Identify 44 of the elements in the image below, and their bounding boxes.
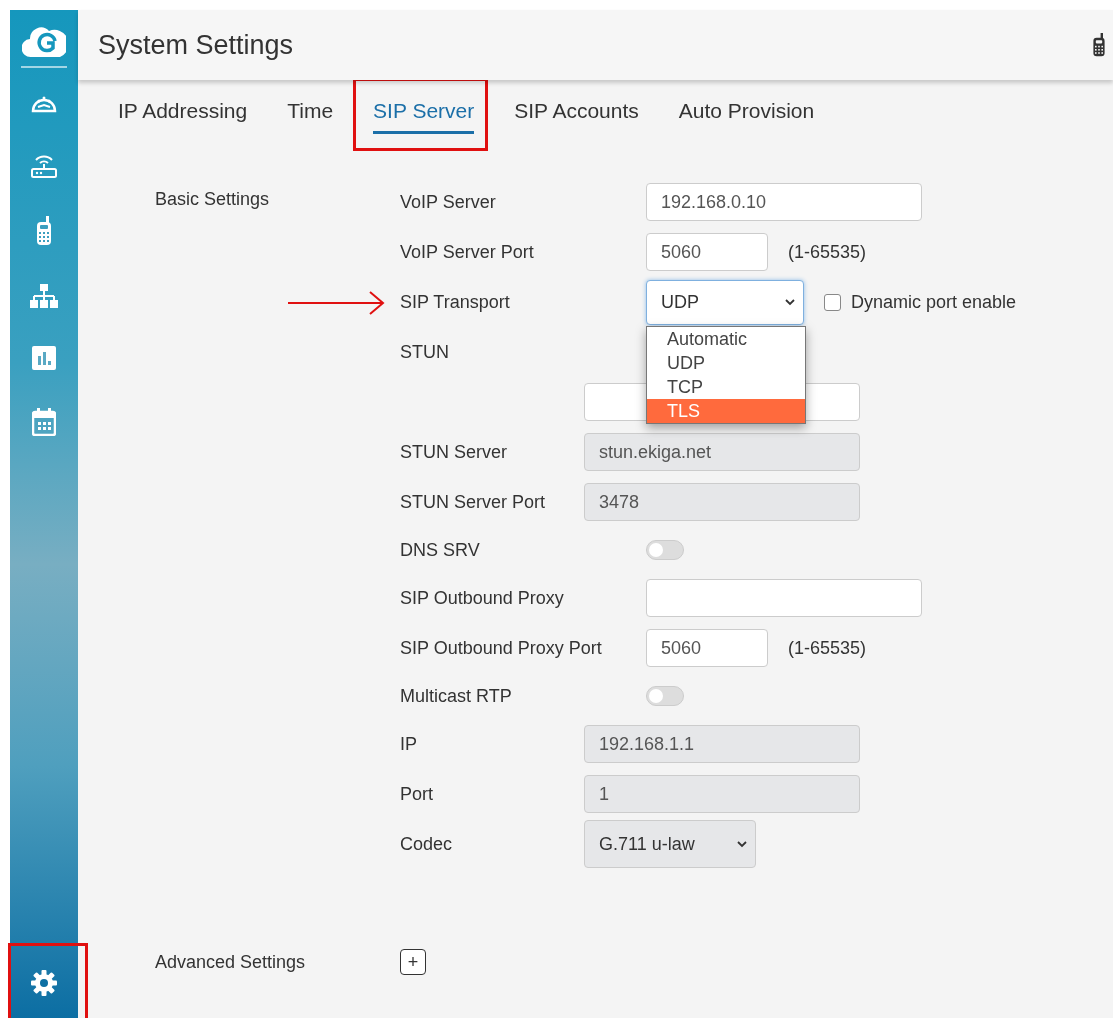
text-field[interactable] xyxy=(646,579,922,617)
toggle-switch[interactable] xyxy=(646,686,684,706)
field-label: VoIP Server Port xyxy=(400,241,535,263)
hierarchy-icon[interactable] xyxy=(30,284,58,308)
field-label: Codec xyxy=(400,833,454,855)
field-label: SIP Outbound Proxy xyxy=(400,587,565,609)
tab[interactable]: Time xyxy=(287,98,334,134)
select-field[interactable]: UDP xyxy=(646,279,804,325)
field-label: SIP Outbound Proxy Port xyxy=(400,637,603,659)
caret-icon xyxy=(737,840,747,848)
text-field[interactable]: 192.168.0.10 xyxy=(646,183,922,221)
field-label: SIP Transport xyxy=(400,291,511,313)
field-label: STUN Server xyxy=(400,441,508,463)
dropdown-option[interactable]: TCP xyxy=(647,374,805,399)
settings-icon[interactable] xyxy=(31,970,57,996)
field-label: Port xyxy=(400,783,434,805)
range-hint: (1-65535) xyxy=(788,241,867,263)
field-label: STUN Server Port xyxy=(400,491,547,513)
tab[interactable]: Auto Provision xyxy=(678,98,815,134)
tab[interactable]: SIP Server xyxy=(373,98,475,134)
bar-chart-icon[interactable] xyxy=(32,346,56,370)
caret-icon xyxy=(785,298,795,306)
tab[interactable]: IP Addressing xyxy=(118,98,248,134)
calendar-icon[interactable] xyxy=(32,408,56,436)
checkbox[interactable] xyxy=(824,293,841,311)
range-hint: (1-65535) xyxy=(788,637,867,659)
dropdown-option[interactable]: UDP xyxy=(647,350,805,375)
cloud-logo-icon xyxy=(22,24,66,58)
expand-button[interactable]: + xyxy=(400,949,426,975)
section-title: Basic Settings xyxy=(155,188,271,211)
page-title: System Settings xyxy=(98,29,294,61)
field-label: DNS SRV xyxy=(400,539,481,561)
handset-icon[interactable] xyxy=(1091,31,1107,59)
tab[interactable]: SIP Accounts xyxy=(514,98,639,134)
checkbox-label: Dynamic port enable xyxy=(851,291,1017,313)
dropdown-option[interactable]: Automatic xyxy=(647,326,805,351)
field-label: Multicast RTP xyxy=(400,685,513,707)
section-title: Advanced Settings xyxy=(155,951,307,973)
port-field[interactable]: 5060 xyxy=(646,629,768,667)
port-field[interactable]: 5060 xyxy=(646,233,768,271)
field-label: STUN xyxy=(400,341,450,363)
field-label: VoIP Server xyxy=(400,191,497,213)
toggle-switch[interactable] xyxy=(646,540,684,560)
field-label: IP xyxy=(400,733,418,755)
